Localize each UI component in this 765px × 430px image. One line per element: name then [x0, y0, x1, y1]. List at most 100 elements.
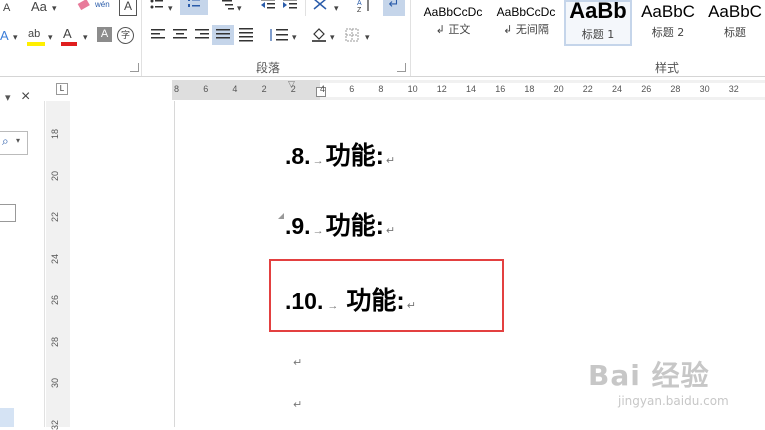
ruler-tick-label: 14 [466, 84, 477, 94]
enclose-char-button[interactable]: 字 [117, 27, 134, 44]
font-color-swatch [61, 42, 77, 46]
ruler-tick-label: 30 [699, 84, 710, 94]
ruler-tick-label: 6 [349, 84, 355, 94]
heading-text: 功能: [325, 142, 384, 170]
style-heading-1[interactable]: AaBb 标题 1 [564, 0, 632, 46]
line-spacing-button[interactable] [268, 28, 290, 46]
styles-group-label: 样式 [655, 61, 680, 75]
search-icon: ⌕ [2, 134, 9, 148]
increase-indent-icon [283, 0, 297, 9]
heading-8[interactable]: .8. →功能: ↵ [285, 136, 395, 172]
group-divider [410, 0, 411, 76]
align-right-button[interactable] [195, 29, 209, 45]
font-dialog-launcher[interactable] [130, 63, 139, 72]
tab-selector-icon[interactable]: L [56, 83, 68, 95]
decrease-indent-icon [261, 0, 275, 9]
ruler-tick-label: 12 [436, 84, 447, 94]
highlight-button[interactable]: ab [28, 26, 40, 42]
align-center-button[interactable] [173, 29, 187, 45]
horizontal-ruler[interactable]: ▽ 8 6 4 2 2 4 6 8 10 12 14 16 18 20 22 24 26 28 30 32 [172, 79, 765, 100]
chinese-layout-icon [313, 0, 327, 10]
ruler-text-area [320, 83, 765, 97]
clear-format-button[interactable] [77, 0, 91, 12]
heading-text: 功能: [325, 212, 384, 240]
bullets-button[interactable] [150, 0, 164, 12]
watermark-brand: Bai 经验 [588, 359, 710, 392]
borders-button[interactable] [345, 28, 359, 46]
chevron-down-icon[interactable]: ▾ [16, 136, 20, 145]
ruler-corner[interactable]: L [44, 77, 78, 101]
chevron-down-icon[interactable]: ▾ [365, 29, 370, 45]
chinese-layout-button[interactable] [312, 0, 332, 15]
chevron-down-icon[interactable]: ▾ [168, 0, 173, 16]
char-shading-button[interactable]: A [97, 27, 112, 42]
multilevel-list-button[interactable] [220, 0, 234, 12]
paragraph-mark: ↵ [385, 225, 396, 237]
numbered-list-icon [188, 0, 200, 7]
chevron-down-icon[interactable]: ▾ [330, 29, 335, 45]
style-heading-2[interactable]: AaBbC 标题 2 [635, 0, 701, 46]
paragraph-mark: ↵ [385, 155, 396, 167]
search-input[interactable]: ⌕ ▾ [0, 131, 28, 155]
paragraph-dialog-launcher[interactable] [397, 63, 406, 72]
borders-icon [345, 28, 359, 42]
chevron-down-icon[interactable]: ▾ [237, 0, 242, 16]
heading-number: .9. [285, 213, 311, 239]
shading-button[interactable] [311, 27, 327, 47]
paragraph-group-label: 段落 [256, 61, 281, 75]
chevron-down-icon[interactable]: ▾ [83, 29, 88, 45]
empty-paragraph-mark[interactable]: ↵ [293, 356, 302, 369]
ruler-tick-label: 6 [203, 84, 209, 94]
style-sample: AaBbC [641, 2, 695, 21]
align-right-icon [195, 29, 209, 39]
change-case-button[interactable]: Aa [31, 0, 47, 15]
numbering-button[interactable] [180, 0, 208, 15]
empty-paragraph-mark[interactable]: ↵ [293, 398, 302, 411]
eraser-icon [77, 0, 90, 11]
style-no-spacing[interactable]: AaBbCcDc ↲ 无间隔 [491, 0, 561, 46]
chevron-down-icon[interactable]: ▾ [292, 29, 297, 45]
style-name: 标题 2 [651, 26, 685, 39]
text-effects-button[interactable]: A [0, 28, 9, 44]
style-sample: AaBbC [708, 2, 762, 21]
style-sample: AaBb [569, 0, 627, 23]
justify-button[interactable] [212, 25, 234, 45]
ruler-tick-label: 10 [407, 84, 418, 94]
font-color-button[interactable]: A [63, 26, 72, 42]
line-spacing-icon [270, 29, 288, 41]
chevron-down-icon[interactable]: ▾ [13, 29, 18, 45]
chevron-down-icon[interactable]: ▾ [334, 0, 339, 16]
pane-options-button[interactable]: ▾ [5, 91, 11, 104]
align-left-icon [151, 29, 165, 39]
close-icon[interactable]: × [21, 88, 30, 106]
pane-checkbox[interactable] [0, 204, 16, 222]
divider [305, 0, 306, 16]
chevron-down-icon[interactable]: ▾ [48, 29, 53, 45]
align-left-button[interactable] [151, 29, 165, 45]
decrease-indent-button[interactable] [260, 0, 276, 16]
style-title[interactable]: AaBbC 标题 [705, 0, 765, 46]
style-normal[interactable]: AaBbCcDc ↲ 正文 [418, 0, 488, 46]
style-name: ↲ 无间隔 [503, 23, 549, 36]
svg-text:A: A [357, 0, 362, 7]
highlight-annotation-box [269, 259, 504, 332]
style-sample: AaBbCcDc [496, 5, 556, 19]
style-name: 标题 [724, 26, 746, 39]
ruler-tick-label: 4 [320, 84, 326, 94]
ruler-tick-label: 16 [495, 84, 506, 94]
show-marks-button[interactable]: ↵ [383, 0, 405, 16]
vertical-ruler[interactable]: 18 20 22 24 26 28 30 32 [46, 101, 70, 430]
sort-button[interactable]: AZ [356, 0, 372, 17]
collapse-triangle-icon[interactable] [278, 213, 284, 219]
heading-9[interactable]: .9. →功能: ↵ [285, 206, 395, 242]
char-border-button[interactable]: A [119, 0, 137, 16]
styles-gallery: AaBbCcDc ↲ 正文 AaBbCcDc ↲ 无间隔 AaBb 标题 1 A… [415, 0, 765, 52]
font-size-down-button[interactable]: A [3, 0, 10, 16]
increase-indent-button[interactable] [282, 0, 298, 16]
pane-selected-item[interactable] [0, 408, 14, 427]
justify-icon [216, 29, 230, 39]
group-divider [141, 0, 142, 76]
phonetic-guide-button[interactable]: wén [95, 0, 110, 13]
chevron-down-icon[interactable]: ▾ [52, 0, 57, 16]
distributed-button[interactable] [239, 28, 253, 46]
